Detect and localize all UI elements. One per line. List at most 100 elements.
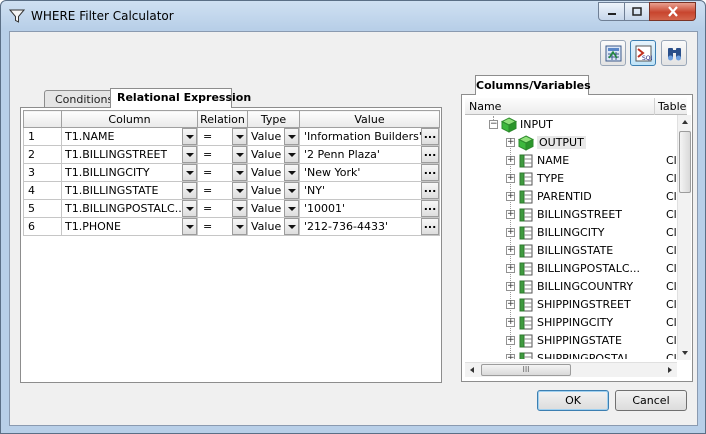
maximize-button[interactable]	[624, 2, 650, 21]
table-row[interactable]: 2 T1.BILLINGSTREET = Value '2 Penn Plaza'...	[23, 145, 440, 164]
ellipsis-button[interactable]: ...	[421, 146, 439, 163]
expand-icon[interactable]: +	[506, 228, 515, 237]
dropdown-arrow-icon[interactable]	[182, 146, 197, 163]
ellipsis-button[interactable]: ...	[421, 182, 439, 199]
name-column-header[interactable]: Name	[469, 100, 501, 113]
column-cell[interactable]: T1.BILLINGSTATE	[61, 181, 198, 200]
ellipsis-button[interactable]: ...	[421, 200, 439, 217]
table-row[interactable]: 3 T1.BILLINGCITY = Value 'New York'...	[23, 163, 440, 182]
type-cell[interactable]: Value	[247, 217, 300, 236]
dropdown-arrow-icon[interactable]	[284, 164, 299, 181]
table-row[interactable]: 5 T1.BILLINGPOSTALC... = Value '10001'...	[23, 199, 440, 218]
tree-node-field[interactable]: + PARENTID Cl	[465, 188, 677, 206]
ellipsis-button[interactable]: ...	[421, 218, 439, 235]
type-cell[interactable]: Value	[247, 181, 300, 200]
relation-cell[interactable]: =	[197, 145, 248, 164]
dropdown-arrow-icon[interactable]	[182, 164, 197, 181]
expand-icon[interactable]: +	[506, 318, 515, 327]
relation-cell[interactable]: =	[197, 163, 248, 182]
dropdown-arrow-icon[interactable]	[232, 200, 247, 217]
expand-icon[interactable]: +	[506, 282, 515, 291]
tree-node-field[interactable]: + BILLINGCITY Cl	[465, 224, 677, 242]
ok-button[interactable]: OK	[537, 390, 609, 411]
expand-icon[interactable]: +	[506, 138, 515, 147]
table-column-header[interactable]: Table	[658, 100, 686, 113]
horizontal-scrollbar[interactable]: III	[465, 362, 677, 377]
dropdown-arrow-icon[interactable]	[232, 182, 247, 199]
type-cell[interactable]: Value	[247, 163, 300, 182]
minimize-button[interactable]	[598, 2, 625, 21]
vertical-scroll-thumb[interactable]	[679, 131, 691, 193]
dropdown-arrow-icon[interactable]	[232, 218, 247, 235]
column-cell[interactable]: T1.BILLINGCITY	[61, 163, 198, 182]
column-cell[interactable]: T1.BILLINGPOSTALC...	[61, 199, 198, 218]
ellipsis-button[interactable]: ...	[421, 164, 439, 181]
tree-node-output[interactable]: + OUTPUT	[465, 134, 677, 152]
dropdown-arrow-icon[interactable]	[232, 164, 247, 181]
dropdown-arrow-icon[interactable]	[182, 182, 197, 199]
scroll-left-icon[interactable]	[468, 366, 476, 374]
type-cell[interactable]: Value	[247, 145, 300, 164]
find-button[interactable]	[661, 40, 687, 66]
relation-cell[interactable]: =	[197, 181, 248, 200]
dropdown-arrow-icon[interactable]	[284, 218, 299, 235]
tree-node-field[interactable]: + SHIPPINGPOSTAL Cl	[465, 350, 677, 359]
column-header[interactable]: Column	[61, 110, 198, 128]
tree-node-field[interactable]: + BILLINGSTATE Cl	[465, 242, 677, 260]
dropdown-arrow-icon[interactable]	[182, 200, 197, 217]
expression-builder-button[interactable]	[600, 40, 626, 66]
tab-columns-variables[interactable]: Columns/Variables	[475, 75, 591, 95]
relation-cell[interactable]: =	[197, 127, 248, 146]
tree-node-field[interactable]: + SHIPPINGCITY Cl	[465, 314, 677, 332]
value-cell[interactable]: '10001'...	[299, 199, 440, 218]
dropdown-arrow-icon[interactable]	[284, 146, 299, 163]
type-cell[interactable]: Value	[247, 199, 300, 218]
tab-relational-expression[interactable]: Relational Expression	[110, 88, 251, 108]
relation-cell[interactable]: =	[197, 217, 248, 236]
tree-node-field[interactable]: + SHIPPINGSTATE Cl	[465, 332, 677, 350]
column-cell[interactable]: T1.BILLINGSTREET	[61, 145, 198, 164]
dropdown-arrow-icon[interactable]	[232, 146, 247, 163]
expand-icon[interactable]: +	[506, 210, 515, 219]
value-header[interactable]: Value	[299, 110, 440, 128]
dropdown-arrow-icon[interactable]	[182, 128, 197, 145]
close-button[interactable]	[649, 2, 696, 21]
tree-node-field[interactable]: + TYPE Cl	[465, 170, 677, 188]
table-row[interactable]: 6 T1.PHONE = Value '212-736-4433'...	[23, 217, 440, 236]
value-cell[interactable]: 'New York'...	[299, 163, 440, 182]
expand-icon[interactable]: +	[506, 300, 515, 309]
type-cell[interactable]: Value	[247, 127, 300, 146]
table-row[interactable]: 4 T1.BILLINGSTATE = Value 'NY'...	[23, 181, 440, 200]
expand-icon[interactable]: +	[506, 246, 515, 255]
dropdown-arrow-icon[interactable]	[284, 200, 299, 217]
cancel-button[interactable]: Cancel	[615, 390, 687, 411]
relation-cell[interactable]: =	[197, 199, 248, 218]
tree-node-input[interactable]: − INPUT	[465, 116, 677, 134]
column-cell[interactable]: T1.NAME	[61, 127, 198, 146]
tree-node-field[interactable]: + NAME Cl	[465, 152, 677, 170]
value-cell[interactable]: 'NY'...	[299, 181, 440, 200]
ellipsis-button[interactable]: ...	[421, 128, 439, 145]
vertical-scrollbar[interactable]	[677, 115, 691, 360]
tree-node-field[interactable]: + BILLINGPOSTALC... Cl	[465, 260, 677, 278]
collapse-icon[interactable]: −	[489, 120, 498, 129]
column-cell[interactable]: T1.PHONE	[61, 217, 198, 236]
scroll-up-icon[interactable]	[678, 115, 692, 129]
expand-icon[interactable]: +	[506, 192, 515, 201]
expand-icon[interactable]: +	[506, 354, 515, 359]
scroll-down-icon[interactable]	[678, 346, 692, 360]
dropdown-arrow-icon[interactable]	[284, 128, 299, 145]
expand-icon[interactable]: +	[506, 174, 515, 183]
tree-node-field[interactable]: + BILLINGSTREET Cl	[465, 206, 677, 224]
expand-icon[interactable]: +	[506, 264, 515, 273]
dropdown-arrow-icon[interactable]	[182, 218, 197, 235]
tree-node-field[interactable]: + BILLINGCOUNTRY Cl	[465, 278, 677, 296]
scroll-right-icon[interactable]	[666, 366, 674, 374]
value-cell[interactable]: '2 Penn Plaza'...	[299, 145, 440, 164]
sql-button[interactable]: SQL	[630, 40, 656, 66]
table-row[interactable]: 1 T1.NAME = Value 'Information Builders'...	[23, 127, 440, 146]
relation-header[interactable]: Relation	[197, 110, 248, 128]
expand-icon[interactable]: +	[506, 156, 515, 165]
dropdown-arrow-icon[interactable]	[284, 182, 299, 199]
horizontal-scroll-thumb[interactable]: III	[481, 364, 571, 376]
